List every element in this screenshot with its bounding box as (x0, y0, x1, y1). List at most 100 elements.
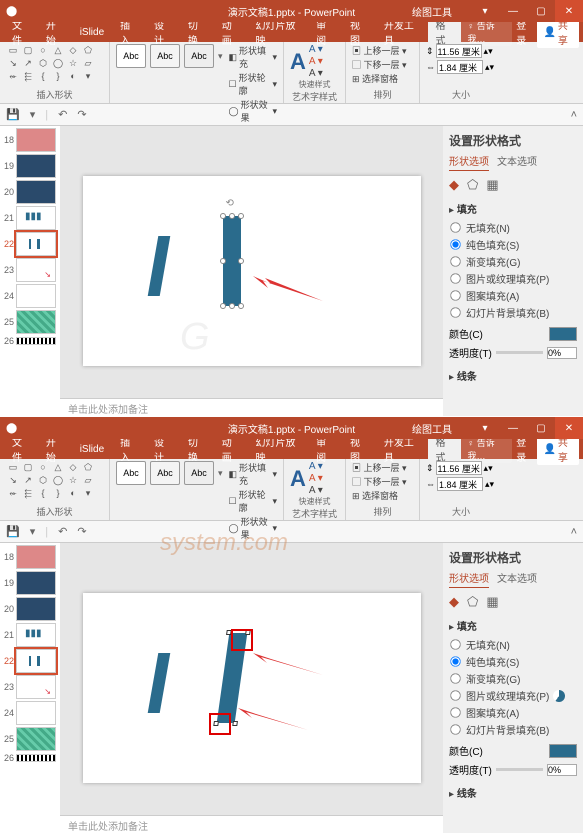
send-backward-button[interactable]: ▢ 下移一层 ▾ (352, 475, 413, 488)
shape-outline-button[interactable]: ☐ 形状轮廓 ▾ (229, 488, 277, 514)
wordart-gallery[interactable]: A (290, 49, 306, 75)
fill-solid-radio[interactable]: 纯色填充(S) (449, 654, 577, 669)
style-gallery[interactable]: Abc Abc Abc ▾ (116, 461, 223, 485)
collapse-ribbon-icon[interactable]: ˄ (571, 526, 577, 538)
style-preset-1[interactable]: Abc (116, 44, 146, 68)
contextual-tab[interactable]: 绘图工具 (404, 419, 460, 438)
fill-gradient-radio[interactable]: 渐变填充(G) (449, 254, 577, 269)
fill-slidebg-radio[interactable]: 幻灯片背景填充(B) (449, 722, 577, 737)
gallery-more-icon[interactable]: ▾ (218, 51, 223, 62)
tab-shape-options[interactable]: 形状选项 (449, 570, 489, 588)
menu-review[interactable]: 审阅 (308, 22, 342, 42)
menu-animation[interactable]: 动画 (214, 439, 248, 459)
wordart-gallery[interactable]: A (290, 466, 306, 492)
canvas[interactable]: 单击此处添加备注 system.com (60, 543, 443, 833)
thumb-18[interactable]: 18 (2, 545, 58, 569)
fill-solid-radio[interactable]: 纯色填充(S) (449, 237, 577, 252)
fill-picture-radio[interactable]: 图片或纹理填充(P) (449, 271, 577, 286)
send-backward-button[interactable]: ▢ 下移一层 ▾ (352, 58, 413, 71)
style-preset-2[interactable]: Abc (150, 44, 180, 68)
shape-fill-button[interactable]: ◧ 形状填充 ▾ (229, 44, 277, 70)
thumb-20[interactable]: 20 (2, 180, 58, 204)
text-effect-button[interactable]: A ▾ (309, 68, 323, 79)
thumb-26[interactable]: 26 (2, 336, 58, 346)
color-swatch[interactable] (549, 327, 577, 341)
thumb-25[interactable]: 25 (2, 310, 58, 334)
text-fill-button[interactable]: A ▾ (309, 461, 323, 472)
maximize-button[interactable]: ▢ (527, 417, 555, 439)
resize-handle[interactable] (238, 303, 244, 309)
notes-placeholder[interactable]: 单击此处添加备注 (60, 815, 443, 833)
shape-outline-button[interactable]: ☐ 形状轮廓 ▾ (229, 71, 277, 97)
menu-insert[interactable]: 插入 (112, 439, 146, 459)
shapes-gallery[interactable]: ▭▢○△◇⬠ ↘↗⬡◯☆▱ ⬰⬱{}◐▾ (6, 461, 103, 499)
menu-devtools[interactable]: 开发工具 (376, 22, 428, 42)
section-line[interactable]: ▸ 线条 (449, 368, 577, 383)
menu-animation[interactable]: 动画 (214, 22, 248, 42)
menu-format[interactable]: 格式 (428, 22, 462, 42)
spinner-icon[interactable]: ▴▾ (484, 46, 493, 57)
thumb-22[interactable]: 22 (2, 232, 58, 256)
menu-home[interactable]: 开始 (38, 22, 72, 42)
rotate-handle-icon[interactable]: ⟲ (226, 198, 238, 210)
notes-placeholder[interactable]: 单击此处添加备注 (60, 398, 443, 416)
section-line[interactable]: ▸ 线条 (449, 785, 577, 800)
shapes-gallery[interactable]: ▭▢○△◇⬠ ↘↗⬡◯☆▱ ⬰⬱{}◐▾ (6, 44, 103, 82)
resize-handle[interactable] (220, 258, 226, 264)
spinner-icon[interactable]: ▴▾ (484, 463, 493, 474)
menu-transition[interactable]: 切换 (180, 439, 214, 459)
thumb-22[interactable]: 22 (2, 649, 58, 673)
section-fill[interactable]: ▸ 填充 (449, 201, 577, 216)
menu-home[interactable]: 开始 (38, 439, 72, 459)
size-props-icon[interactable]: ▦ (486, 594, 498, 610)
resize-handle[interactable] (229, 213, 235, 219)
thumb-25[interactable]: 25 (2, 727, 58, 751)
menu-format[interactable]: 格式 (428, 439, 462, 459)
resize-handle[interactable] (220, 213, 226, 219)
thumb-19[interactable]: 19 (2, 154, 58, 178)
menu-design[interactable]: 设计 (146, 22, 180, 42)
thumb-20[interactable]: 20 (2, 597, 58, 621)
style-gallery[interactable]: Abc Abc Abc ▾ (116, 44, 223, 68)
style-preset-1[interactable]: Abc (116, 461, 146, 485)
collapse-ribbon-icon[interactable]: ˄ (571, 109, 577, 121)
style-preset-3[interactable]: Abc (184, 44, 214, 68)
selection-pane-button[interactable]: ⊞ 选择窗格 (352, 72, 413, 85)
gallery-more-icon[interactable]: ▾ (218, 468, 223, 479)
effects-icon[interactable]: ⬠ (467, 177, 478, 193)
fill-line-icon[interactable]: ◆ (449, 594, 459, 610)
height-input[interactable] (436, 44, 482, 58)
thumb-21[interactable]: 21▮▮▮ (2, 623, 58, 647)
thumb-23[interactable]: 23↘ (2, 258, 58, 282)
redo-icon[interactable]: ↷ (77, 108, 86, 121)
ribbon-options-icon[interactable]: ▾ (471, 0, 499, 22)
fill-slidebg-radio[interactable]: 幻灯片背景填充(B) (449, 305, 577, 320)
maximize-button[interactable]: ▢ (527, 0, 555, 22)
shape-effect-button[interactable]: ◯ 形状效果 ▾ (229, 98, 277, 124)
fill-picture-radio[interactable]: 图片或纹理填充(P) (449, 688, 577, 703)
close-button[interactable]: ✕ (555, 0, 583, 22)
canvas[interactable]: ⟲ 单击此处添加备注 G (60, 126, 443, 416)
tab-text-options[interactable]: 文本选项 (497, 570, 537, 588)
dropdown-icon[interactable]: ▾ (30, 525, 36, 538)
minimize-button[interactable]: — (499, 417, 527, 439)
slide[interactable]: ⟲ (83, 176, 421, 366)
shape-fill-button[interactable]: ◧ 形状填充 ▾ (229, 461, 277, 487)
bring-forward-button[interactable]: ▣ 上移一层 ▾ (352, 44, 413, 57)
menu-review[interactable]: 审阅 (308, 439, 342, 459)
effects-icon[interactable]: ⬠ (467, 594, 478, 610)
thumb-23[interactable]: 23↘ (2, 675, 58, 699)
ribbon-options-icon[interactable]: ▾ (471, 417, 499, 439)
thumb-19[interactable]: 19 (2, 571, 58, 595)
transparency-slider[interactable] (496, 768, 543, 771)
menu-insert[interactable]: 插入 (112, 22, 146, 42)
resize-handle[interactable] (238, 258, 244, 264)
fill-pattern-radio[interactable]: 图案填充(A) (449, 288, 577, 303)
section-fill[interactable]: ▸ 填充 (449, 618, 577, 633)
text-effect-button[interactable]: A ▾ (309, 485, 323, 496)
thumb-18[interactable]: 18 (2, 128, 58, 152)
thumb-21[interactable]: 21▮▮▮ (2, 206, 58, 230)
shape-rectangle-selected[interactable]: ⟲ (223, 216, 241, 306)
bring-forward-button[interactable]: ▣ 上移一层 ▾ (352, 461, 413, 474)
close-button[interactable]: ✕ (555, 417, 583, 439)
